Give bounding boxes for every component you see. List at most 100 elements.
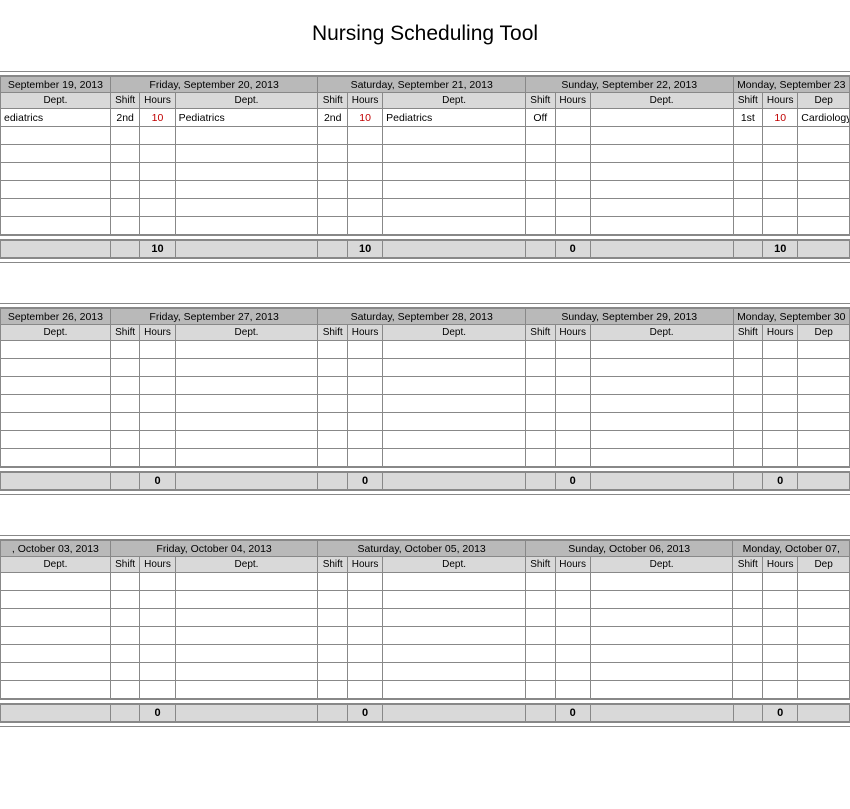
dept-cell[interactable]	[383, 591, 526, 609]
dept-cell[interactable]	[175, 395, 318, 413]
shift-cell[interactable]	[318, 217, 348, 235]
shift-cell[interactable]	[110, 449, 140, 467]
shift-cell[interactable]	[318, 627, 348, 645]
shift-cell[interactable]	[318, 181, 348, 199]
shift-cell[interactable]	[318, 431, 348, 449]
hours-cell[interactable]	[763, 341, 798, 359]
dept-cell[interactable]	[383, 377, 526, 395]
dept-cell[interactable]	[383, 163, 526, 181]
hours-cell[interactable]	[140, 663, 175, 681]
hours-cell[interactable]	[555, 627, 590, 645]
hours-cell[interactable]	[348, 591, 383, 609]
dept-cell[interactable]	[798, 127, 850, 145]
hours-cell[interactable]	[348, 663, 383, 681]
dept-cell[interactable]	[175, 627, 318, 645]
shift-cell[interactable]	[110, 377, 140, 395]
shift-cell[interactable]	[110, 127, 140, 145]
dept-cell[interactable]	[590, 395, 733, 413]
shift-cell[interactable]: 2nd	[318, 109, 348, 127]
dept-cell[interactable]	[798, 663, 850, 681]
shift-cell[interactable]	[318, 609, 348, 627]
hours-cell[interactable]	[348, 341, 383, 359]
dept-cell[interactable]	[383, 663, 526, 681]
shift-cell[interactable]	[733, 341, 763, 359]
dept-cell[interactable]	[590, 217, 733, 235]
dept-cell[interactable]	[1, 449, 111, 467]
shift-cell[interactable]	[110, 145, 140, 163]
shift-cell[interactable]	[525, 645, 555, 663]
dept-cell[interactable]	[175, 181, 318, 199]
dept-cell[interactable]	[1, 681, 111, 699]
hours-cell[interactable]	[140, 573, 175, 591]
dept-cell[interactable]: ediatrics	[1, 109, 111, 127]
dept-cell[interactable]	[175, 199, 318, 217]
hours-cell[interactable]	[555, 199, 590, 217]
dept-cell[interactable]	[175, 591, 318, 609]
hours-cell[interactable]	[140, 413, 175, 431]
dept-cell[interactable]	[383, 341, 526, 359]
dept-cell[interactable]	[590, 591, 733, 609]
hours-cell[interactable]	[140, 199, 175, 217]
shift-cell[interactable]	[318, 199, 348, 217]
dept-cell[interactable]	[798, 199, 850, 217]
shift-cell[interactable]	[318, 663, 348, 681]
hours-cell[interactable]	[555, 217, 590, 235]
dept-cell[interactable]	[590, 431, 733, 449]
hours-cell[interactable]	[348, 395, 383, 413]
hours-cell[interactable]: 10	[348, 109, 383, 127]
hours-cell[interactable]	[555, 395, 590, 413]
hours-cell[interactable]	[763, 199, 798, 217]
shift-cell[interactable]	[110, 163, 140, 181]
dept-cell[interactable]	[1, 145, 111, 163]
shift-cell[interactable]	[110, 663, 140, 681]
hours-cell[interactable]	[763, 663, 798, 681]
dept-cell[interactable]: Pediatrics	[175, 109, 318, 127]
dept-cell[interactable]	[798, 681, 850, 699]
shift-cell[interactable]	[110, 645, 140, 663]
hours-cell[interactable]	[348, 127, 383, 145]
hours-cell[interactable]	[763, 645, 798, 663]
hours-cell[interactable]	[140, 449, 175, 467]
shift-cell[interactable]	[733, 217, 763, 235]
dept-cell[interactable]	[1, 127, 111, 145]
dept-cell[interactable]	[590, 359, 733, 377]
shift-cell[interactable]	[525, 591, 555, 609]
dept-cell[interactable]: Pediatrics	[383, 109, 526, 127]
shift-cell[interactable]	[318, 359, 348, 377]
dept-cell[interactable]	[383, 645, 526, 663]
shift-cell[interactable]	[318, 681, 348, 699]
dept-cell[interactable]	[383, 609, 526, 627]
hours-cell[interactable]	[763, 413, 798, 431]
hours-cell[interactable]	[555, 681, 590, 699]
dept-cell[interactable]	[1, 217, 111, 235]
shift-cell[interactable]	[525, 341, 555, 359]
hours-cell[interactable]	[763, 591, 798, 609]
dept-cell[interactable]	[175, 145, 318, 163]
dept-cell[interactable]	[798, 609, 850, 627]
dept-cell[interactable]	[175, 359, 318, 377]
hours-cell[interactable]	[140, 127, 175, 145]
hours-cell[interactable]	[555, 377, 590, 395]
dept-cell[interactable]	[383, 395, 526, 413]
dept-cell[interactable]	[1, 199, 111, 217]
dept-cell[interactable]	[1, 341, 111, 359]
dept-cell[interactable]	[175, 573, 318, 591]
shift-cell[interactable]	[525, 163, 555, 181]
shift-cell[interactable]	[733, 449, 763, 467]
hours-cell[interactable]	[348, 413, 383, 431]
hours-cell[interactable]	[763, 395, 798, 413]
shift-cell[interactable]	[525, 663, 555, 681]
hours-cell[interactable]	[348, 449, 383, 467]
shift-cell[interactable]	[525, 181, 555, 199]
shift-cell[interactable]	[525, 199, 555, 217]
dept-cell[interactable]	[383, 413, 526, 431]
hours-cell[interactable]	[763, 609, 798, 627]
dept-cell[interactable]	[175, 377, 318, 395]
shift-cell[interactable]	[525, 395, 555, 413]
dept-cell[interactable]	[1, 627, 111, 645]
hours-cell[interactable]	[555, 431, 590, 449]
shift-cell[interactable]	[110, 395, 140, 413]
hours-cell[interactable]	[348, 431, 383, 449]
dept-cell[interactable]	[175, 127, 318, 145]
shift-cell[interactable]	[110, 413, 140, 431]
